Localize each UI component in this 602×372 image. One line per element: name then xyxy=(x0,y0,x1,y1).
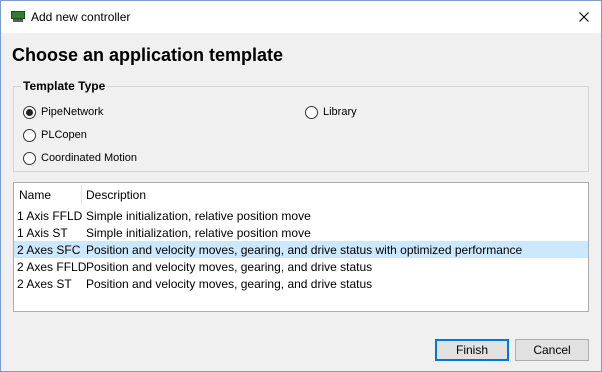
radio-label: Coordinated Motion xyxy=(41,152,138,164)
row-description: Position and velocity moves, gearing, an… xyxy=(86,260,373,274)
row-description: Position and velocity moves, gearing, an… xyxy=(86,243,523,257)
radio-label: PipeNetwork xyxy=(41,106,104,118)
column-header-description[interactable]: Description xyxy=(86,188,146,202)
radio-unchecked-icon xyxy=(23,128,36,142)
controller-icon xyxy=(11,11,25,22)
radio-unchecked-icon xyxy=(305,105,318,119)
table-row[interactable]: 1 Axis FFLD Simple initialization, relat… xyxy=(14,207,588,224)
table-row[interactable]: 2 Axes ST Position and velocity moves, g… xyxy=(14,275,588,292)
finish-button[interactable]: Finish xyxy=(435,339,509,361)
radio-label: Library xyxy=(323,106,357,118)
title-bar: Add new controller xyxy=(1,1,601,33)
radio-coordinated-motion[interactable]: Coordinated Motion xyxy=(23,150,137,166)
row-description: Position and velocity moves, gearing, an… xyxy=(86,277,373,291)
row-name: 2 Axes ST xyxy=(17,277,72,291)
row-name: 2 Axes SFC xyxy=(17,243,81,257)
close-button[interactable] xyxy=(567,1,601,33)
table-row-selected[interactable]: 2 Axes SFC Position and velocity moves, … xyxy=(14,241,588,258)
radio-label: PLCopen xyxy=(41,129,87,141)
radio-plcopen[interactable]: PLCopen xyxy=(23,127,87,143)
table-row[interactable]: 2 Axes FFLD Position and velocity moves,… xyxy=(14,258,588,275)
column-divider[interactable] xyxy=(81,185,82,205)
list-header: Name Description xyxy=(14,183,588,207)
template-type-legend: Template Type xyxy=(21,79,108,93)
row-name: 2 Axes FFLD xyxy=(17,260,87,274)
dialog-window: Add new controller Choose an application… xyxy=(0,0,602,372)
row-description: Simple initialization, relative position… xyxy=(86,209,311,223)
template-list[interactable]: Name Description 1 Axis FFLD Simple init… xyxy=(13,182,589,312)
radio-pipenetwork[interactable]: PipeNetwork xyxy=(23,104,103,120)
radio-unchecked-icon xyxy=(23,151,36,165)
table-row[interactable]: 1 Axis ST Simple initialization, relativ… xyxy=(14,224,588,241)
page-title: Choose an application template xyxy=(12,45,284,65)
close-icon xyxy=(579,12,589,22)
window-title: Add new controller xyxy=(31,10,131,24)
radio-checked-icon xyxy=(23,105,36,119)
row-name: 1 Axis ST xyxy=(17,226,68,240)
row-description: Simple initialization, relative position… xyxy=(86,226,311,240)
row-name: 1 Axis FFLD xyxy=(17,209,83,223)
column-header-name[interactable]: Name xyxy=(19,188,51,202)
radio-library[interactable]: Library xyxy=(305,104,357,120)
cancel-button[interactable]: Cancel xyxy=(515,339,589,361)
